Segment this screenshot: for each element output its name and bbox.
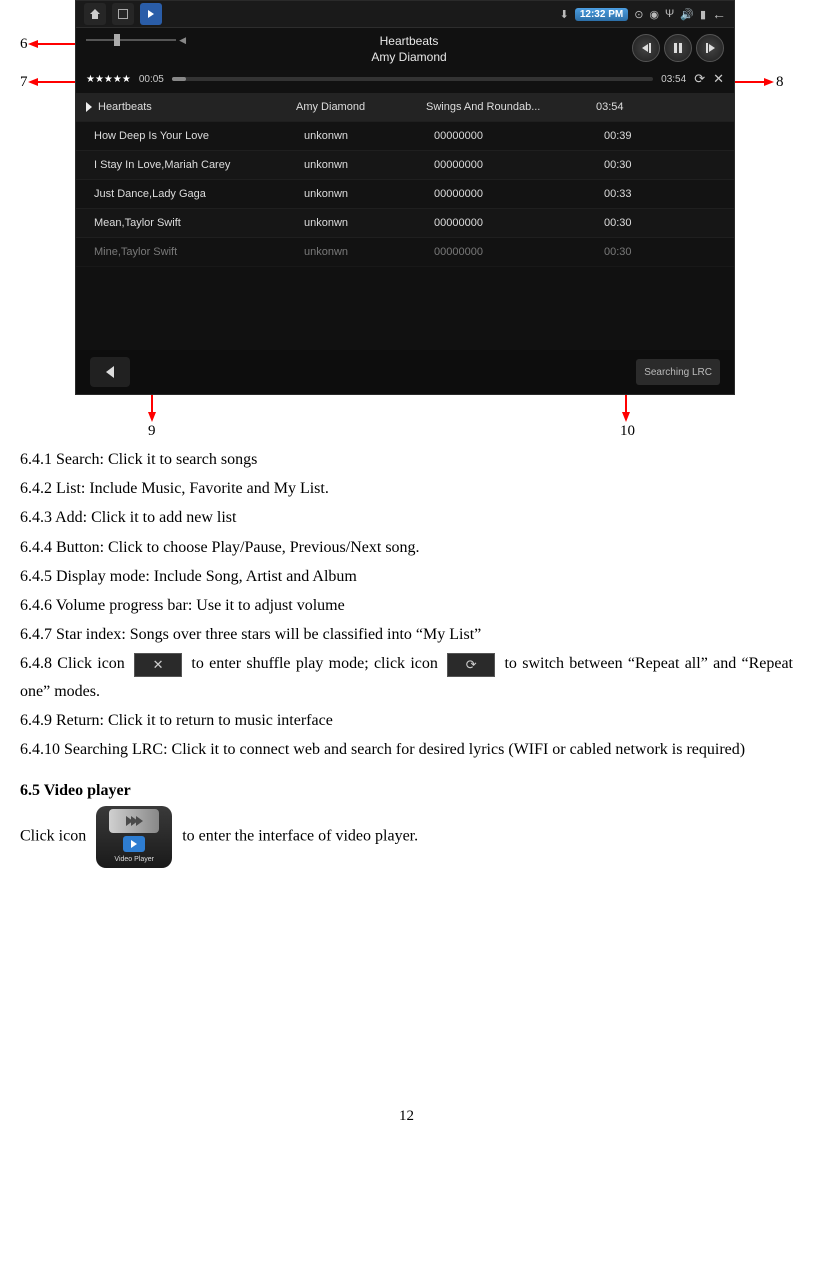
doc-line: 6.4.10 Searching LRC: Click it to connec…: [20, 736, 793, 763]
cell-title: Just Dance,Lady Gaga: [94, 188, 206, 200]
anno-10: 10: [620, 423, 635, 440]
speaker-icon[interactable]: 🔊: [680, 8, 694, 21]
usb-icon: Ψ: [665, 8, 674, 20]
doc-line: 6.4.5 Display mode: Include Song, Artist…: [20, 563, 793, 590]
next-button[interactable]: [696, 34, 724, 62]
time-total: 03:54: [661, 74, 686, 85]
camera-icon[interactable]: ◉: [649, 8, 659, 21]
cell-artist: unkonwn: [304, 188, 434, 200]
back-arrow-icon: [106, 366, 114, 378]
anno-6: 6: [20, 36, 28, 53]
doc-body: 6.4.1 Search: Click it to search songs 6…: [20, 446, 793, 868]
video-player-icon: Video Player: [96, 806, 172, 868]
home-icon[interactable]: [84, 3, 106, 25]
cell-duration: 03:54: [596, 101, 724, 113]
text: 6.4.8 Click icon: [20, 655, 130, 672]
repeat-icon[interactable]: ⟳: [694, 71, 705, 87]
recent-icon[interactable]: [112, 3, 134, 25]
table-row[interactable]: I Stay In Love,Mariah Carey unkonwn 0000…: [76, 151, 734, 180]
table-row[interactable]: Heartbeats Amy Diamond Swings And Rounda…: [76, 93, 734, 122]
search-lrc-button[interactable]: Searching LRC: [636, 359, 720, 385]
progress-bar[interactable]: [172, 77, 653, 81]
time-elapsed: 00:05: [139, 74, 164, 85]
doc-line: 6.4.1 Search: Click it to search songs: [20, 446, 793, 473]
cell-duration: 00:30: [604, 246, 724, 258]
now-playing-title: Heartbeats: [196, 34, 622, 50]
anno-8: 8: [776, 74, 784, 91]
return-button[interactable]: [90, 357, 130, 387]
cell-duration: 00:39: [604, 130, 724, 142]
status-bar: ⬇ 12:32 PM ⊙ ◉ Ψ 🔊 ▮ ←: [76, 1, 734, 28]
doc-line: 6.4.2 List: Include Music, Favorite and …: [20, 475, 793, 502]
text: to enter shuffle play mode; click icon: [191, 655, 443, 672]
doc-line: 6.4.4 Button: Click to choose Play/Pause…: [20, 534, 793, 561]
heading-6-5: 6.5 Video player: [20, 777, 793, 804]
table-row[interactable]: Just Dance,Lady Gaga unkonwn 00000000 00…: [76, 180, 734, 209]
doc-line: 6.4.9 Return: Click it to return to musi…: [20, 707, 793, 734]
cell-duration: 00:33: [604, 188, 724, 200]
doc-line: Click icon Video Player to enter the int…: [20, 806, 793, 868]
doc-line: 6.4.7 Star index: Songs over three stars…: [20, 621, 793, 648]
cell-album: 00000000: [434, 188, 604, 200]
volume-slider[interactable]: ◀: [86, 36, 186, 44]
table-row[interactable]: How Deep Is Your Love unkonwn 00000000 0…: [76, 122, 734, 151]
anno-9: 9: [148, 423, 156, 440]
cell-artist: unkonwn: [304, 159, 434, 171]
pause-button[interactable]: [664, 34, 692, 62]
now-playing-artist: Amy Diamond: [196, 50, 622, 66]
cell-artist: unkonwn: [304, 246, 434, 258]
video-icon-label: Video Player: [114, 854, 154, 866]
status-time: 12:32 PM: [575, 8, 628, 21]
text: Click icon: [20, 828, 90, 845]
shuffle-inline-icon: ✕: [134, 653, 182, 677]
cell-album: 00000000: [434, 217, 604, 229]
text: to enter the interface of video player.: [182, 828, 418, 845]
cell-album: 00000000: [434, 246, 604, 258]
doc-line: 6.4.8 Click icon ✕ to enter shuffle play…: [20, 650, 793, 704]
alarm-icon: ⊙: [634, 8, 643, 21]
cell-title: Heartbeats: [98, 101, 152, 113]
cell-duration: 00:30: [604, 217, 724, 229]
star-rating[interactable]: ★★★★★: [86, 74, 131, 85]
cell-artist: unkonwn: [304, 130, 434, 142]
play-status-icon[interactable]: [140, 3, 162, 25]
page-number: 12: [20, 1108, 793, 1125]
anno-7: 7: [20, 74, 28, 91]
download-icon: ⬇: [560, 8, 569, 21]
doc-line: 6.4.6 Volume progress bar: Use it to adj…: [20, 592, 793, 619]
cell-artist: Amy Diamond: [296, 101, 426, 113]
cell-title: How Deep Is Your Love: [94, 130, 209, 142]
cell-title: Mean,Taylor Swift: [94, 217, 181, 229]
cell-album: 00000000: [434, 159, 604, 171]
battery-icon: ▮: [700, 8, 706, 21]
prev-button[interactable]: [632, 34, 660, 62]
cell-title: I Stay In Love,Mariah Carey: [94, 159, 230, 171]
table-row[interactable]: Mine,Taylor Swift unkonwn 00000000 00:30: [76, 238, 734, 267]
doc-line: 6.4.3 Add: Click it to add new list: [20, 504, 793, 531]
music-player-screenshot: ⬇ 12:32 PM ⊙ ◉ Ψ 🔊 ▮ ← ◀ Heartbeats Amy …: [75, 0, 735, 395]
repeat-inline-icon: ⟳: [447, 653, 495, 677]
shuffle-icon[interactable]: ✕: [713, 71, 724, 87]
playlist: Heartbeats Amy Diamond Swings And Rounda…: [76, 93, 734, 267]
cell-album: 00000000: [434, 130, 604, 142]
cell-title: Mine,Taylor Swift: [94, 246, 177, 258]
cell-album: Swings And Roundab...: [426, 101, 596, 113]
cell-artist: unkonwn: [304, 217, 434, 229]
table-row[interactable]: Mean,Taylor Swift unkonwn 00000000 00:30: [76, 209, 734, 238]
cell-duration: 00:30: [604, 159, 724, 171]
playing-indicator-icon: [86, 102, 92, 112]
back-icon[interactable]: ←: [712, 6, 726, 22]
